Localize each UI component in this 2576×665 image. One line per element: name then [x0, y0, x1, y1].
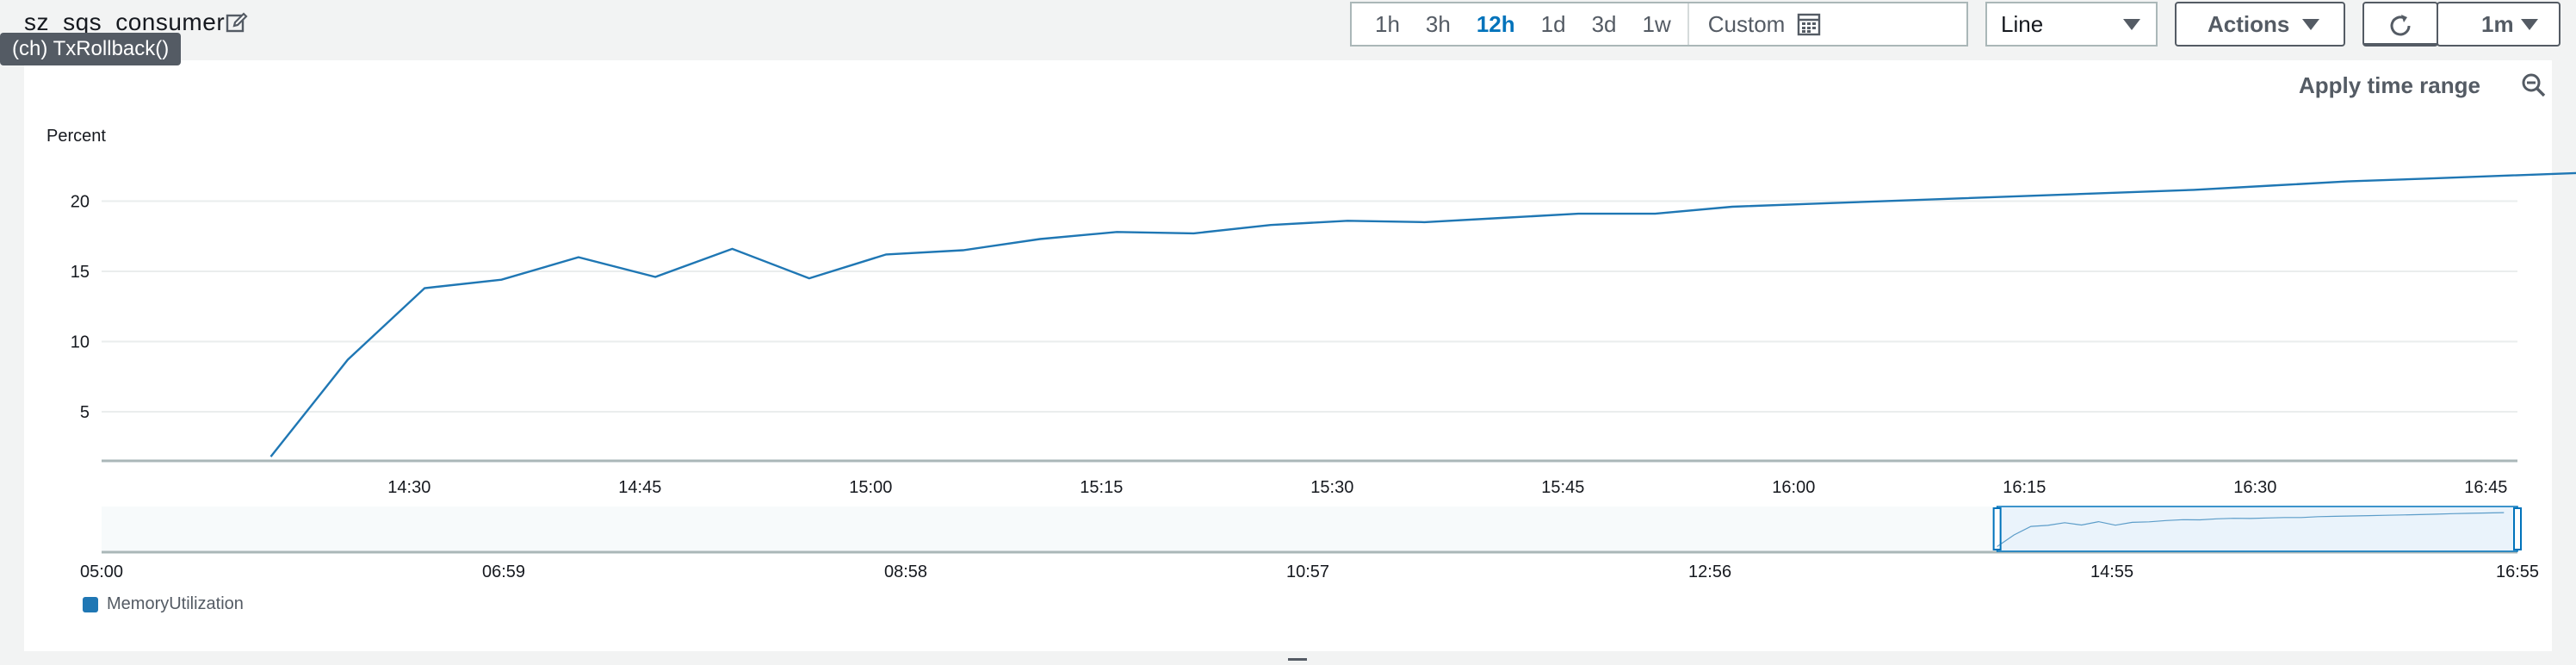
x-tick-label: 14:30 [387, 478, 430, 497]
overview-tick-label: 05:00 [80, 562, 123, 581]
overview-tick-label: 08:58 [884, 562, 927, 581]
legend[interactable]: MemoryUtilization [83, 594, 244, 614]
overview-tick-label: 14:55 [2090, 562, 2133, 581]
legend-swatch [83, 596, 98, 612]
overview-tick-label: 12:56 [1688, 562, 1731, 581]
x-tick-label: 15:30 [1310, 478, 1353, 497]
overview-left-handle [1992, 507, 2002, 550]
x-tick-label: 15:45 [1541, 478, 1584, 497]
x-tick-label: 16:30 [2233, 478, 2276, 497]
tooltip: (ch) TxRollback() [0, 33, 182, 65]
x-tick-label: 16:00 [1772, 478, 1815, 497]
memory-utilization-line [269, 171, 2576, 457]
y-tick-label: 20 [71, 192, 90, 211]
legend-label: MemoryUtilization [107, 594, 244, 613]
overview-selection [1996, 506, 2518, 552]
x-tick-label: 16:15 [2003, 478, 2046, 497]
x-tick-label: 16:45 [2464, 478, 2507, 497]
overview-right-handle [2513, 507, 2522, 550]
overview-tick-label: 16:55 [2496, 562, 2539, 581]
x-tick-label: 14:45 [618, 478, 661, 497]
x-tick-label: 15:00 [849, 478, 892, 497]
x-tick-label: 15:15 [1080, 478, 1123, 497]
overview-tick-label: 10:57 [1286, 562, 1329, 581]
line-chart: Percent 5 10 15 20 14:30 14:45 15:00 15:15 15:3… [46, 127, 2576, 581]
y-tick-label: 5 [80, 403, 90, 422]
overview-tick-label: 06:59 [482, 562, 525, 581]
y-tick-label: 10 [71, 332, 90, 351]
y-axis-label: Percent [46, 127, 106, 146]
resize-handle[interactable] [1288, 658, 1307, 661]
y-tick-label: 15 [71, 263, 90, 282]
